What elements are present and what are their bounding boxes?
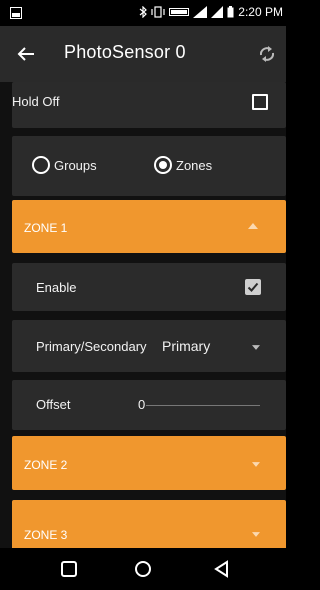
battery-icon xyxy=(227,6,234,18)
zone-1-offset-row: Offset 0 xyxy=(12,380,286,430)
primary-secondary-label: Primary/Secondary xyxy=(36,339,147,354)
page-title: PhotoSensor 0 xyxy=(64,42,186,62)
offset-slider[interactable] xyxy=(146,405,260,406)
offset-label: Offset xyxy=(36,397,71,412)
zone-2-label: ZONE 2 xyxy=(24,458,68,472)
arrow-left-icon[interactable] xyxy=(14,42,38,66)
navigation-bar xyxy=(0,548,286,590)
hold-off-row[interactable]: Hold Off xyxy=(12,82,286,128)
app-notification-icon xyxy=(10,7,22,19)
groups-radio[interactable] xyxy=(32,156,50,174)
zone-2-header[interactable]: ZONE 2 xyxy=(12,436,286,490)
zones-radio[interactable] xyxy=(154,156,172,174)
enable-checkbox[interactable] xyxy=(245,279,261,295)
zone-1-header[interactable]: ZONE 1 xyxy=(12,200,286,253)
volte-icon xyxy=(169,8,190,16)
check-icon xyxy=(247,282,259,292)
home-icon[interactable] xyxy=(134,560,152,578)
zone-3-label: ZONE 3 xyxy=(24,528,68,542)
enable-label: Enable xyxy=(36,280,77,295)
status-time: 2:20 PM xyxy=(238,5,283,19)
mode-selector: Groups Zones xyxy=(12,136,286,196)
back-nav-icon[interactable] xyxy=(213,560,231,578)
bluetooth-icon xyxy=(139,6,148,18)
status-icons: 2:20 PM xyxy=(139,5,283,19)
zones-radio-selected-dot xyxy=(159,161,167,169)
zone-3-header[interactable]: ZONE 3 xyxy=(12,500,286,548)
zones-label[interactable]: Zones xyxy=(176,158,212,173)
refresh-icon[interactable] xyxy=(255,42,279,66)
lte-signal-icon xyxy=(193,6,208,18)
offset-value: 0 xyxy=(138,397,146,412)
chevron-up-icon xyxy=(248,223,258,229)
hold-off-label: Hold Off xyxy=(12,94,60,109)
chevron-down-icon xyxy=(252,532,260,537)
chevron-down-icon[interactable] xyxy=(252,345,260,350)
primary-secondary-select[interactable]: Primary xyxy=(162,338,210,354)
status-bar: 2:20 PM xyxy=(0,0,286,26)
zone-1-label: ZONE 1 xyxy=(24,221,68,235)
signal-icon xyxy=(211,6,224,18)
app-bar: PhotoSensor 0 xyxy=(0,26,286,82)
recent-apps-icon[interactable] xyxy=(60,560,78,578)
vibrate-icon xyxy=(151,6,165,18)
chevron-down-icon xyxy=(252,462,260,467)
hold-off-checkbox[interactable] xyxy=(252,94,268,110)
settings-content[interactable]: Hold Off Groups Zones ZONE 1 Enable Prim… xyxy=(0,82,286,548)
zone-1-primary-secondary-row: Primary/Secondary Primary xyxy=(12,320,286,372)
zone-1-enable-row[interactable]: Enable xyxy=(12,263,286,311)
groups-label[interactable]: Groups xyxy=(54,158,97,173)
